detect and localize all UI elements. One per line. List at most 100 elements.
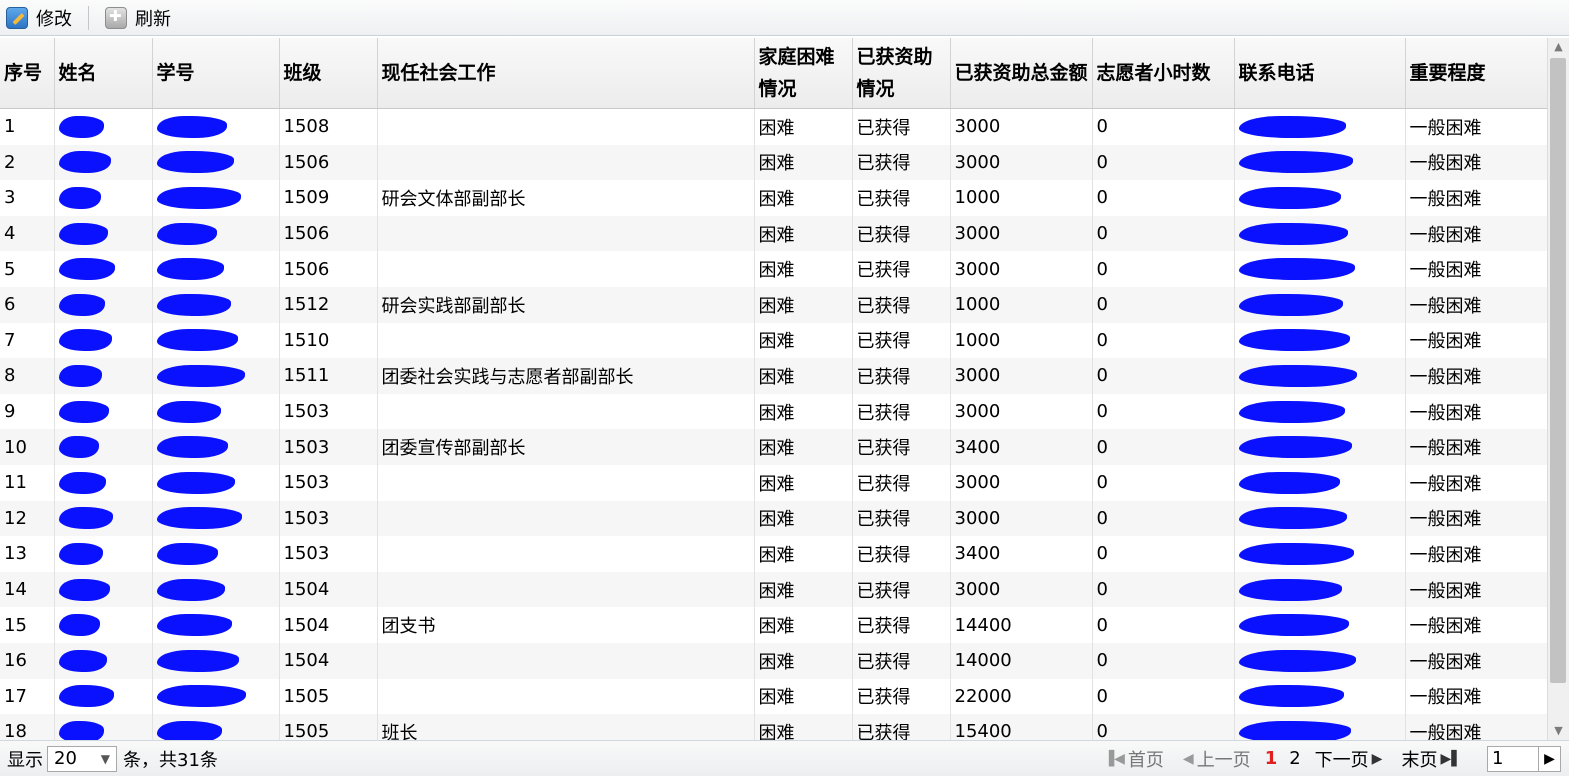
cell-name xyxy=(54,393,153,430)
cell-phone xyxy=(1234,144,1406,181)
scroll-up-arrow-icon[interactable]: ▲ xyxy=(1548,38,1569,56)
col-header-student-id[interactable]: 学号 xyxy=(152,38,280,109)
cell-text: 3000 xyxy=(954,258,1001,280)
cell-name xyxy=(54,322,153,359)
cell-volunteer-hours: 0 xyxy=(1092,286,1235,323)
cell-aid-status: 已获得 xyxy=(852,642,951,679)
cell-phone xyxy=(1234,215,1406,252)
table-row[interactable]: 16 1504 困难 已获得 14000 0 一般困难 xyxy=(0,642,1547,679)
table-row[interactable]: 4 1506 困难 已获得 3000 0 一般困难 xyxy=(0,215,1547,252)
edit-button[interactable]: 修改 xyxy=(0,3,78,33)
table-row[interactable]: 5 1506 困难 已获得 3000 0 一般困难 xyxy=(0,251,1547,287)
col-header-name[interactable]: 姓名 xyxy=(54,38,153,109)
col-header-phone[interactable]: 联系电话 xyxy=(1234,38,1406,109)
data-grid: 序号 姓名 学号 班级 现任社会工作 家庭困难情况 已获资助情况 已获资助总金额… xyxy=(0,38,1547,740)
cell-text: 已获得 xyxy=(856,651,911,673)
cell-volunteer-hours: 0 xyxy=(1092,251,1235,287)
cell-text: 0 xyxy=(1096,650,1108,672)
cell-importance: 一般困难 xyxy=(1405,678,1547,715)
col-header-social-work[interactable]: 现任社会工作 xyxy=(377,38,755,109)
table-row[interactable]: 2 1506 困难 已获得 3000 0 一般困难 xyxy=(0,144,1547,181)
col-header-volunteer-hours[interactable]: 志愿者小时数 xyxy=(1092,38,1235,109)
page-number-1[interactable]: 1 xyxy=(1265,748,1278,769)
cell-importance: 一般困难 xyxy=(1405,429,1547,465)
redaction-mark xyxy=(58,115,104,138)
redaction-mark xyxy=(58,578,110,601)
col-header-hardship[interactable]: 家庭困难情况 xyxy=(754,38,853,109)
cell-aid-status: 已获得 xyxy=(852,393,951,430)
cell-volunteer-hours: 0 xyxy=(1092,678,1235,715)
cell-text: 0 xyxy=(1096,294,1108,316)
cell-text: 一般困难 xyxy=(1409,687,1482,709)
cell-class: 1503 xyxy=(279,536,378,572)
scroll-down-arrow-icon[interactable]: ▼ xyxy=(1548,722,1569,740)
prev-page-button[interactable]: ◀ 上一页 xyxy=(1180,746,1251,772)
redaction-mark xyxy=(58,471,106,494)
cell-index: 13 xyxy=(0,536,55,572)
cell-class: 1506 xyxy=(279,215,378,252)
cell-name xyxy=(54,108,153,145)
cell-volunteer-hours: 0 xyxy=(1092,144,1235,181)
col-header-index[interactable]: 序号 xyxy=(0,38,55,109)
refresh-button[interactable]: 刷新 xyxy=(99,3,177,33)
table-row[interactable]: 3 1509 研会文体部副部长 困难 已获得 1000 0 一般困难 xyxy=(0,180,1547,216)
table-row[interactable]: 1 1508 困难 已获得 3000 0 一般困难 xyxy=(0,108,1547,145)
col-header-importance[interactable]: 重要程度 xyxy=(1405,38,1547,109)
cell-social-work xyxy=(377,642,755,679)
redaction-mark xyxy=(156,258,224,281)
col-header-class[interactable]: 班级 xyxy=(279,38,378,109)
cell-text: 已获得 xyxy=(856,616,911,638)
table-row[interactable]: 15 1504 团支书 困难 已获得 14400 0 一般困难 xyxy=(0,607,1547,643)
col-header-aid-status[interactable]: 已获资助情况 xyxy=(852,38,951,109)
table-row[interactable]: 7 1510 困难 已获得 1000 0 一般困难 xyxy=(0,322,1547,359)
table-row[interactable]: 10 1503 团委宣传部副部长 困难 已获得 3400 0 一般困难 xyxy=(0,429,1547,465)
table-row[interactable]: 17 1505 困难 已获得 22000 0 一般困难 xyxy=(0,678,1547,715)
table-row[interactable]: 6 1512 研会实践部副部长 困难 已获得 1000 0 一般困难 xyxy=(0,286,1547,323)
table-row[interactable]: 11 1503 困难 已获得 3000 0 一般困难 xyxy=(0,464,1547,501)
cell-hardship: 困难 xyxy=(754,322,853,359)
cell-text: 0 xyxy=(1096,472,1108,494)
last-page-button[interactable]: 末页 ▶▌ xyxy=(1401,746,1465,772)
table-row[interactable]: 12 1503 困难 已获得 3000 0 一般困难 xyxy=(0,500,1547,537)
page-size-select[interactable]: 20 ▼ xyxy=(47,745,117,772)
cell-phone xyxy=(1234,571,1406,608)
next-page-button[interactable]: 下一页 ▶ xyxy=(1315,746,1386,772)
redaction-mark xyxy=(58,685,114,708)
cell-text: 一般困难 xyxy=(1409,722,1482,740)
redaction-mark xyxy=(58,186,101,209)
cell-phone xyxy=(1234,251,1406,287)
cell-student-id xyxy=(152,642,280,679)
cell-importance: 一般困难 xyxy=(1405,251,1547,287)
cell-text: 3000 xyxy=(954,579,1001,601)
goto-page-input[interactable]: 1 xyxy=(1487,745,1539,772)
first-page-button[interactable]: ▐◀ 首页 xyxy=(1100,746,1164,772)
table-row[interactable]: 8 1511 团委社会实践与志愿者部副部长 困难 已获得 3000 0 一般困难 xyxy=(0,358,1547,394)
vertical-scrollbar[interactable]: ▲ ▼ xyxy=(1547,38,1569,740)
cell-importance: 一般困难 xyxy=(1405,714,1547,740)
table-row[interactable]: 14 1504 困难 已获得 3000 0 一般困难 xyxy=(0,571,1547,608)
cell-social-work: 班长 xyxy=(377,714,755,740)
scroll-thumb[interactable] xyxy=(1550,58,1566,683)
table-row[interactable]: 9 1503 困难 已获得 3000 0 一般困难 xyxy=(0,393,1547,430)
cell-text: 困难 xyxy=(758,188,795,210)
cell-hardship: 困难 xyxy=(754,108,853,145)
col-header-aid-total[interactable]: 已获资助总金额 xyxy=(950,38,1093,109)
cell-text: 1503 xyxy=(283,507,330,529)
table-row[interactable]: 18 1505 班长 困难 已获得 15400 0 一般困难 xyxy=(0,714,1547,740)
cell-name xyxy=(54,714,153,740)
cell-text: 1506 xyxy=(283,258,330,280)
redaction-mark xyxy=(1238,436,1352,459)
cell-text: 1503 xyxy=(283,472,330,494)
table-row[interactable]: 13 1503 困难 已获得 3400 0 一般困难 xyxy=(0,536,1547,572)
cell-text: 8 xyxy=(4,365,16,387)
go-button[interactable]: ▶ xyxy=(1539,745,1561,772)
page-number-2[interactable]: 2 xyxy=(1289,748,1300,769)
last-page-label: 末页 xyxy=(1401,749,1438,771)
cell-text: 困难 xyxy=(758,616,795,638)
cell-hardship: 困难 xyxy=(754,358,853,394)
cell-social-work: 团委社会实践与志愿者部副部长 xyxy=(377,358,755,394)
redaction-mark xyxy=(58,258,115,281)
cell-hardship: 困难 xyxy=(754,251,853,287)
redaction-mark xyxy=(58,649,107,672)
cell-text: 一般困难 xyxy=(1409,509,1482,531)
